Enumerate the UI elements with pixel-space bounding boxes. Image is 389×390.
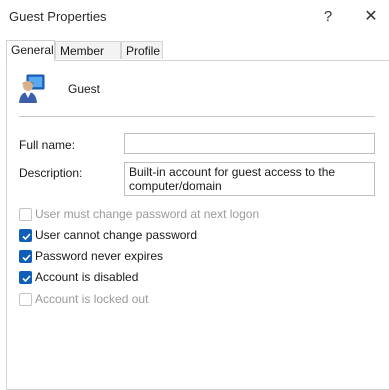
full-name-field[interactable] — [124, 133, 375, 154]
checkbox-unchecked-icon — [19, 293, 32, 306]
checkbox-label[interactable]: Password never expires — [35, 249, 163, 263]
checkmark-icon[interactable] — [19, 271, 32, 284]
checkbox-label[interactable]: User cannot change password — [35, 228, 197, 242]
user-name: Guest — [68, 82, 101, 96]
full-name-label: Full name: — [19, 138, 76, 152]
tab-panel-general — [6, 60, 389, 390]
description-label: Description: — [19, 166, 83, 180]
tab-general[interactable]: General — [6, 40, 55, 61]
help-button[interactable]: ? — [316, 6, 340, 28]
checkmark-icon[interactable] — [19, 250, 32, 263]
user-account-icon — [18, 74, 46, 104]
checkbox-label: Account is locked out — [35, 292, 149, 306]
checkbox-label[interactable]: Account is disabled — [35, 270, 138, 284]
tab-profile[interactable]: Profile — [121, 41, 163, 59]
title-bar: Guest Properties ? ✕ — [0, 0, 389, 33]
tab-member-of[interactable]: Member Of — [55, 41, 121, 76]
checkbox-unchecked-icon — [19, 208, 32, 221]
header-divider — [19, 116, 375, 117]
window-title: Guest Properties — [9, 9, 107, 24]
description-field[interactable]: Built-in account for guest access to the… — [124, 162, 375, 196]
close-button[interactable]: ✕ — [359, 6, 383, 28]
checkbox-label: User must change password at next logon — [35, 207, 260, 221]
checkmark-icon[interactable] — [19, 229, 32, 242]
